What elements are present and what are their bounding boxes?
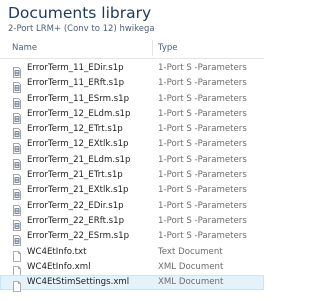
file-name: ErrorTerm_21_ETrt.s1p bbox=[27, 170, 123, 181]
file-type: 1-Port S -Parameters bbox=[158, 139, 247, 150]
file-type: XML Document bbox=[158, 277, 224, 288]
file-name: ErrorTerm_22_EDir.s1p bbox=[27, 200, 124, 211]
file-name: ErrorTerm_21_EXtlk.s1p bbox=[27, 185, 129, 196]
xml-file-icon bbox=[12, 262, 22, 277]
file-row[interactable]: ErrorTerm_21_EXtlk.s1p 1-Port S -Paramete… bbox=[0, 183, 264, 201]
file-type: 1-Port S -Parameters bbox=[158, 124, 247, 135]
file-name: ErrorTerm_11_EDir.s1p bbox=[27, 63, 124, 73]
column-separator[interactable] bbox=[152, 40, 153, 56]
file-type: 1-Port S -Parameters bbox=[158, 154, 247, 165]
file-type: XML Document bbox=[158, 261, 224, 272]
file-name: ErrorTerm_12_ETrt.s1p bbox=[27, 124, 123, 135]
file-type: 1-Port S -Parameters bbox=[158, 78, 247, 89]
file-row[interactable]: ErrorTerm_21_ETrt.s1p 1-Port S -Parameter… bbox=[0, 168, 264, 185]
s-parameter-file-icon bbox=[12, 216, 22, 231]
file-name: ErrorTerm_11_ESrm.s1p bbox=[27, 93, 130, 104]
file-row[interactable]: ErrorTerm_11_ERft.s1p 1-Port S -Parameter… bbox=[0, 76, 264, 94]
file-row[interactable]: ErrorTerm_11_ESrm.s1p 1-Port S -Parameter… bbox=[0, 92, 264, 109]
file-name: ErrorTerm_12_ELdm.s1p bbox=[27, 108, 131, 119]
s-parameter-file-icon bbox=[12, 170, 22, 185]
file-list: ErrorTerm_11_EDir.s1p 1-Port S -Parameter… bbox=[0, 61, 264, 293]
s-parameter-file-icon bbox=[12, 109, 22, 124]
file-name: WC4EtStimSettings.xml bbox=[27, 277, 130, 288]
file-type: Text Document bbox=[158, 246, 223, 257]
column-header-row: Name Type bbox=[0, 38, 264, 59]
file-row[interactable]: ErrorTerm_22_EDir.s1p 1-Port S -Parameter… bbox=[0, 199, 264, 216]
file-name: ErrorTerm_22_ESrm.s1p bbox=[27, 231, 130, 242]
file-type: 1-Port S -Parameters bbox=[158, 170, 247, 181]
file-name: ErrorTerm_12_EXtlk.s1p bbox=[27, 139, 129, 150]
file-name: ErrorTerm_21_ELdm.s1p bbox=[27, 154, 131, 165]
text-file-icon bbox=[12, 247, 22, 262]
file-name: WC4EtInfo.txt bbox=[27, 246, 87, 257]
file-name: ErrorTerm_11_ERft.s1p bbox=[27, 78, 125, 89]
s-parameter-file-icon bbox=[12, 231, 22, 247]
s-parameter-file-icon bbox=[12, 185, 22, 201]
column-header-name[interactable]: Name bbox=[12, 42, 37, 54]
file-row[interactable]: WC4EtStimSettings.xml XML Document bbox=[0, 275, 264, 293]
file-row[interactable]: WC4EtInfo.txt Text Document bbox=[0, 245, 264, 262]
file-type: 1-Port S -Parameters bbox=[158, 185, 247, 196]
s-parameter-file-icon bbox=[12, 63, 22, 78]
file-row[interactable]: ErrorTerm_21_ELdm.s1p 1-Port S -Parameter… bbox=[0, 153, 264, 170]
s-parameter-file-icon bbox=[12, 139, 22, 155]
file-row[interactable]: WC4EtInfo.xml XML Document bbox=[0, 260, 264, 277]
s-parameter-file-icon bbox=[12, 78, 22, 94]
xml-file-icon bbox=[12, 277, 22, 293]
s-parameter-file-icon bbox=[12, 201, 22, 216]
file-row[interactable]: ErrorTerm_22_ESrm.s1p 1-Port S -Parameter… bbox=[0, 229, 264, 247]
s-parameter-file-icon bbox=[12, 124, 22, 140]
file-name: WC4EtInfo.xml bbox=[27, 261, 91, 272]
file-row[interactable]: ErrorTerm_22_ERft.s1p 1-Port S -Parameter… bbox=[0, 214, 264, 231]
library-subtitle: 2-Port LRM+ (Conv to 12) hwikega bbox=[8, 24, 155, 34]
s-parameter-file-icon bbox=[12, 155, 22, 170]
documents-library-pane: Documents library 2-Port LRM+ (Conv to 1… bbox=[0, 0, 264, 300]
file-type: 1-Port S -Parameters bbox=[158, 63, 247, 73]
file-row[interactable]: ErrorTerm_11_EDir.s1p 1-Port S -Parameter… bbox=[0, 61, 264, 78]
s-parameter-file-icon bbox=[12, 94, 22, 109]
file-type: 1-Port S -Parameters bbox=[158, 231, 247, 242]
file-name: ErrorTerm_22_ERft.s1p bbox=[27, 215, 125, 226]
library-title: Documents library bbox=[8, 4, 152, 22]
file-row[interactable]: ErrorTerm_12_ELdm.s1p 1-Port S -Parameter… bbox=[0, 107, 264, 124]
file-row[interactable]: ErrorTerm_12_ETrt.s1p 1-Port S -Parameter… bbox=[0, 122, 264, 140]
file-type: 1-Port S -Parameters bbox=[158, 215, 247, 226]
file-type: 1-Port S -Parameters bbox=[158, 200, 247, 211]
file-row[interactable]: ErrorTerm_12_EXtlk.s1p 1-Port S -Paramete… bbox=[0, 137, 264, 155]
file-type: 1-Port S -Parameters bbox=[158, 93, 247, 104]
file-type: 1-Port S -Parameters bbox=[158, 108, 247, 119]
column-header-type[interactable]: Type bbox=[158, 42, 178, 54]
